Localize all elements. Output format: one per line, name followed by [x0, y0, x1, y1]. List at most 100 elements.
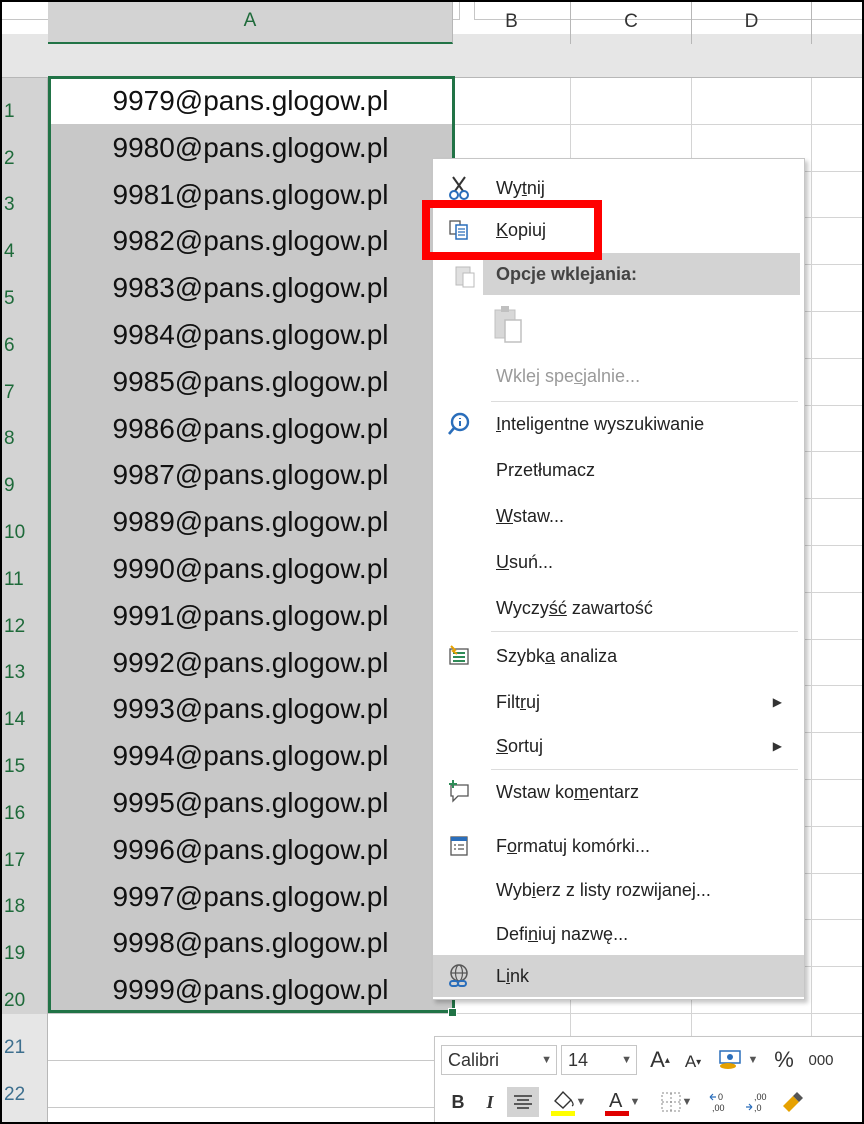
cell[interactable] [812, 593, 864, 640]
row-header[interactable]: 3 [0, 172, 48, 218]
format-painter-button[interactable] [777, 1087, 807, 1117]
row-header[interactable]: 16 [0, 780, 48, 827]
cell[interactable] [812, 499, 864, 546]
cell[interactable] [812, 406, 864, 452]
cell-a[interactable] [48, 1014, 453, 1061]
paste-icon-button[interactable] [483, 299, 543, 351]
row-header[interactable]: 1 [0, 78, 48, 125]
row-header[interactable]: 4 [0, 218, 48, 265]
cell-a[interactable]: 9994@pans.glogow.pl [48, 733, 453, 780]
row-header[interactable]: 23 [0, 1108, 48, 1124]
cell[interactable] [812, 265, 864, 312]
cell-a[interactable]: 9990@pans.glogow.pl [48, 546, 453, 593]
menu-item-delete[interactable]: Usuń... [433, 541, 804, 583]
menu-item-translate[interactable]: Przetłumacz [433, 449, 804, 491]
cell[interactable] [692, 78, 812, 125]
font-size-combo[interactable]: 14 ▼ [561, 1045, 637, 1075]
font-name-combo[interactable]: Calibri ▼ [441, 1045, 557, 1075]
cell-a[interactable]: 9992@pans.glogow.pl [48, 640, 453, 686]
row-header[interactable]: 11 [0, 546, 48, 593]
cell-a[interactable]: 9981@pans.glogow.pl [48, 172, 453, 218]
decrease-decimal-button[interactable]: ,00,0 [741, 1087, 775, 1117]
fill-handle[interactable] [448, 1008, 457, 1017]
cell[interactable] [812, 172, 864, 218]
row-header[interactable]: 13 [0, 640, 48, 686]
column-header-a[interactable]: A [48, 0, 453, 44]
row-header[interactable]: 22 [0, 1061, 48, 1108]
number-format-button[interactable]: ▼ [711, 1045, 765, 1075]
row-header[interactable]: 17 [0, 827, 48, 874]
cell[interactable] [453, 78, 571, 125]
cell[interactable] [812, 686, 864, 733]
cell[interactable] [812, 640, 864, 686]
percent-style-button[interactable]: % [769, 1045, 799, 1075]
menu-item-filter[interactable]: Filtruj ▶ [433, 681, 804, 723]
cell-a[interactable] [48, 1061, 453, 1108]
menu-item-quick-analysis[interactable]: Szybka analiza [433, 635, 804, 677]
row-header[interactable]: 9 [0, 452, 48, 499]
column-header-b[interactable]: B [453, 0, 571, 44]
cell-a[interactable]: 9995@pans.glogow.pl [48, 780, 453, 827]
column-header-e[interactable] [812, 0, 864, 44]
menu-item-define-name[interactable]: Definiuj nazwę... [433, 913, 804, 955]
cell[interactable] [812, 452, 864, 499]
cell-a[interactable]: 9993@pans.glogow.pl [48, 686, 453, 733]
row-header[interactable]: 2 [0, 125, 48, 172]
cell-a[interactable]: 9986@pans.glogow.pl [48, 406, 453, 452]
menu-item-clear-contents[interactable]: Wyczyść zawartość [433, 587, 804, 629]
decrease-font-size-button[interactable]: A ▾ [679, 1047, 707, 1077]
cell-a[interactable]: 9982@pans.glogow.pl [48, 218, 453, 265]
cell-a[interactable]: 9997@pans.glogow.pl [48, 874, 453, 920]
menu-item-cut[interactable]: Wytnij [433, 167, 804, 209]
cell[interactable] [812, 967, 864, 1014]
row-header[interactable]: 14 [0, 686, 48, 733]
italic-button[interactable]: I [475, 1087, 505, 1117]
cell[interactable] [812, 780, 864, 827]
row-header[interactable]: 21 [0, 1014, 48, 1061]
cell-a[interactable]: 9987@pans.glogow.pl [48, 452, 453, 499]
cell[interactable] [812, 359, 864, 406]
cell-a[interactable]: 9979@pans.glogow.pl [48, 78, 453, 125]
increase-font-size-button[interactable]: A ▴ [645, 1045, 675, 1075]
fill-color-button[interactable]: ▼ [543, 1085, 593, 1119]
menu-item-sort[interactable]: Sortuj ▶ [433, 725, 804, 767]
row-header[interactable]: 19 [0, 920, 48, 967]
menu-item-insert[interactable]: Wstaw... [433, 495, 804, 537]
cell[interactable] [812, 78, 864, 125]
cell[interactable] [812, 874, 864, 920]
cell[interactable] [812, 827, 864, 874]
row-header[interactable]: 15 [0, 733, 48, 780]
cell[interactable] [812, 920, 864, 967]
cell-a[interactable]: 9983@pans.glogow.pl [48, 265, 453, 312]
menu-item-paste-special[interactable]: Wklej specjalnie... [433, 355, 804, 397]
increase-decimal-button[interactable]: 0,00 [705, 1087, 739, 1117]
menu-item-format-cells[interactable]: Formatuj komórki... [433, 825, 804, 867]
comma-style-button[interactable]: 000 [801, 1045, 841, 1075]
menu-item-smart-lookup[interactable]: Inteligentne wyszukiwanie [433, 403, 804, 445]
cell-a[interactable]: 9999@pans.glogow.pl [48, 967, 453, 1014]
cell-a[interactable]: 9991@pans.glogow.pl [48, 593, 453, 640]
cell[interactable] [812, 546, 864, 593]
row-header[interactable]: 6 [0, 312, 48, 359]
menu-item-insert-comment[interactable]: Wstaw komentarz [433, 771, 804, 813]
menu-item-link[interactable]: Link [433, 955, 804, 997]
cell[interactable] [812, 218, 864, 265]
column-header-d[interactable]: D [692, 0, 812, 44]
bold-button[interactable]: B [443, 1087, 473, 1117]
cell-a[interactable]: 9980@pans.glogow.pl [48, 125, 453, 172]
cell[interactable] [812, 733, 864, 780]
cell-a[interactable] [48, 1108, 453, 1124]
row-header[interactable]: 8 [0, 406, 48, 452]
cell-a[interactable]: 9985@pans.glogow.pl [48, 359, 453, 406]
cell[interactable] [571, 78, 692, 125]
row-header[interactable]: 7 [0, 359, 48, 406]
cell[interactable] [812, 125, 864, 172]
row-header[interactable]: 10 [0, 499, 48, 546]
row-header[interactable]: 20 [0, 967, 48, 1014]
font-color-button[interactable]: A ▼ [597, 1085, 647, 1119]
menu-item-pick-from-list[interactable]: Wybierz z listy rozwijanej... [433, 869, 804, 911]
row-header[interactable]: 12 [0, 593, 48, 640]
cell-a[interactable]: 9996@pans.glogow.pl [48, 827, 453, 874]
row-header[interactable]: 5 [0, 265, 48, 312]
center-align-button[interactable] [507, 1087, 539, 1117]
